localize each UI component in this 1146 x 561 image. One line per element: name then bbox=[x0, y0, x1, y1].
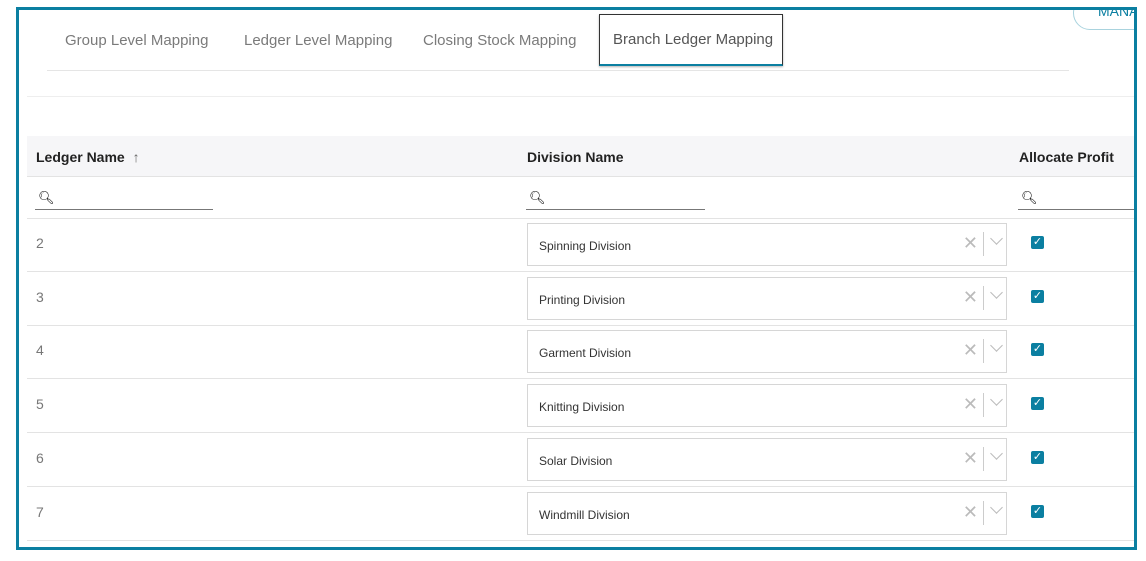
select-separator bbox=[983, 339, 984, 364]
tab-branch-ledger-mapping[interactable]: Branch Ledger Mapping bbox=[599, 14, 783, 66]
manage-button[interactable]: MANAGE bbox=[1073, 10, 1134, 30]
allocate-profit-checkbox[interactable]: ✓ bbox=[1031, 343, 1044, 357]
clear-icon[interactable]: ✕ bbox=[963, 340, 978, 361]
allocate-profit-checkbox[interactable]: ✓ bbox=[1031, 450, 1044, 464]
division-select-value: Solar Division bbox=[539, 453, 613, 468]
division-select[interactable]: Knitting Division ✕ bbox=[527, 384, 1007, 428]
division-select-value: Spinning Division bbox=[539, 239, 632, 253]
division-name-filter-input[interactable] bbox=[526, 186, 705, 210]
division-select[interactable]: Garment Division ✕ bbox=[527, 330, 1007, 374]
division-select-value: Garment Division bbox=[539, 346, 632, 361]
filter-row: 🔍︎ 🔍︎ 🔍︎ bbox=[27, 176, 1134, 219]
table-header: Ledger Name ↑ Division Name Allocate Pro… bbox=[27, 136, 1134, 177]
clear-icon[interactable]: ✕ bbox=[963, 233, 978, 254]
division-select[interactable]: Spinning Division ✕ bbox=[527, 223, 1007, 266]
ledger-name-cell: 5 bbox=[36, 396, 44, 413]
division-select[interactable]: Printing Division ✕ bbox=[527, 276, 1007, 320]
table-row: 5 Knitting Division ✕ ✓ bbox=[27, 379, 1134, 434]
table-row: 7 Windmill Division ✕ ✓ bbox=[27, 487, 1134, 541]
chevron-down-icon[interactable] bbox=[990, 500, 1003, 514]
allocate-profit-checkbox[interactable]: ✓ bbox=[1031, 397, 1044, 411]
select-separator bbox=[983, 285, 984, 310]
chevron-down-icon[interactable] bbox=[990, 232, 1003, 245]
tab-closing-stock-mapping[interactable]: Closing Stock Mapping bbox=[423, 32, 576, 49]
table-row: 3 Printing Division ✕ ✓ bbox=[27, 272, 1134, 326]
app-frame: MANAGE Group Level Mapping Ledger Level … bbox=[16, 7, 1137, 550]
clear-icon[interactable]: ✕ bbox=[963, 502, 978, 523]
ledger-name-cell: 2 bbox=[36, 235, 44, 251]
column-header-division-name[interactable]: Division Name bbox=[527, 149, 623, 165]
clear-icon[interactable]: ✕ bbox=[963, 287, 978, 308]
division-select-value: Windmill Division bbox=[539, 507, 630, 522]
chevron-down-icon[interactable] bbox=[990, 446, 1003, 460]
allocate-profit-filter-input[interactable] bbox=[1018, 186, 1134, 210]
ledger-name-filter-input[interactable] bbox=[35, 186, 213, 210]
division-select[interactable]: Windmill Division ✕ bbox=[527, 491, 1007, 535]
allocate-profit-checkbox[interactable]: ✓ bbox=[1031, 236, 1044, 249]
chevron-down-icon[interactable] bbox=[990, 393, 1003, 406]
sort-ascending-icon[interactable]: ↑ bbox=[133, 149, 140, 165]
division-select-value: Printing Division bbox=[539, 292, 626, 307]
division-select[interactable]: Solar Division ✕ bbox=[527, 437, 1007, 481]
column-header-allocate-profit[interactable]: Allocate Profit bbox=[1019, 149, 1114, 165]
column-label: Ledger Name bbox=[36, 149, 125, 165]
division-select-value: Knitting Division bbox=[539, 400, 625, 415]
allocate-profit-checkbox[interactable]: ✓ bbox=[1031, 289, 1044, 303]
select-separator bbox=[983, 393, 984, 418]
ledger-name-cell: 4 bbox=[36, 342, 44, 359]
ledger-name-cell: 7 bbox=[36, 503, 44, 520]
select-separator bbox=[983, 500, 984, 525]
select-separator bbox=[983, 232, 984, 256]
table-row: 4 Garment Division ✕ ✓ bbox=[27, 325, 1134, 380]
ledger-name-cell: 6 bbox=[36, 449, 44, 466]
clear-icon[interactable]: ✕ bbox=[963, 394, 978, 415]
allocate-profit-checkbox[interactable]: ✓ bbox=[1031, 504, 1044, 518]
tab-group-level-mapping[interactable]: Group Level Mapping bbox=[65, 32, 208, 49]
table-row: 2 Spinning Division ✕ ✓ bbox=[27, 218, 1134, 272]
tab-ledger-level-mapping[interactable]: Ledger Level Mapping bbox=[244, 32, 392, 49]
select-separator bbox=[983, 446, 984, 471]
chevron-down-icon[interactable] bbox=[990, 285, 1003, 299]
tab-bar: Group Level Mapping Ledger Level Mapping… bbox=[47, 10, 1069, 71]
ledger-name-cell: 3 bbox=[36, 288, 44, 305]
column-header-ledger-name[interactable]: Ledger Name ↑ bbox=[36, 149, 140, 165]
table-row: 6 Solar Division ✕ ✓ bbox=[27, 433, 1134, 487]
divider bbox=[27, 96, 1134, 97]
clear-icon[interactable]: ✕ bbox=[963, 448, 978, 469]
chevron-down-icon[interactable] bbox=[990, 339, 1003, 353]
